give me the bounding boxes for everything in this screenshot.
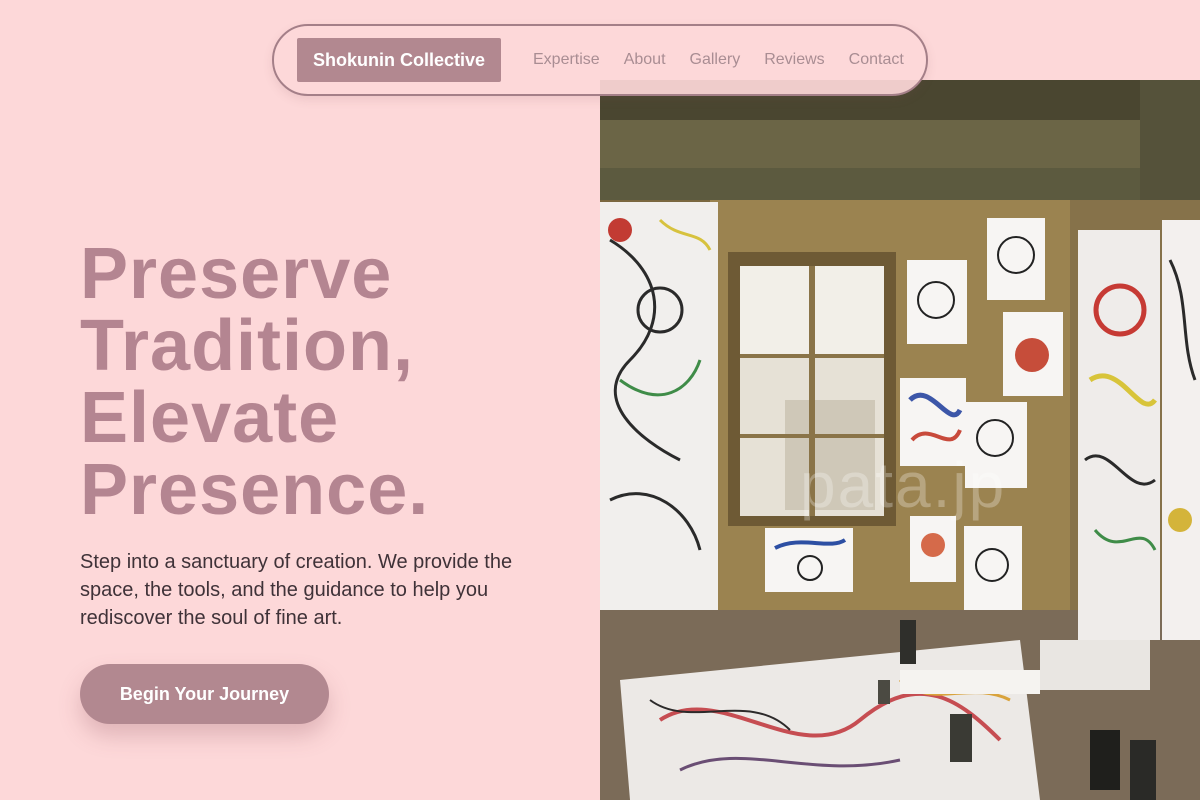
top-navigation: Shokunin Collective Expertise About Gall… xyxy=(272,24,928,96)
landing-page: Shokunin Collective Expertise About Gall… xyxy=(0,0,1200,800)
hero-title-line: Preserve xyxy=(80,234,393,314)
hero-title-line: Elevate xyxy=(80,378,340,458)
hero-title: Preserve Tradition, Elevate Presence. xyxy=(80,238,580,526)
art-studio-photo xyxy=(600,80,1200,800)
nav-link-contact[interactable]: Contact xyxy=(849,51,904,69)
brand-logo[interactable]: Shokunin Collective xyxy=(297,38,501,82)
begin-journey-button[interactable]: Begin Your Journey xyxy=(80,664,329,724)
nav-link-expertise[interactable]: Expertise xyxy=(533,51,600,69)
hero-subtitle: Step into a sanctuary of creation. We pr… xyxy=(80,551,513,629)
nav-link-about[interactable]: About xyxy=(624,51,666,69)
nav-link-reviews[interactable]: Reviews xyxy=(764,51,824,69)
nav-link-gallery[interactable]: Gallery xyxy=(690,51,741,69)
nav-links: Expertise About Gallery Reviews Contact xyxy=(533,51,904,69)
hero-title-line: Tradition, xyxy=(80,306,414,386)
image-watermark: pata.jp xyxy=(800,449,1007,521)
hero-title-line: Presence. xyxy=(80,450,430,530)
